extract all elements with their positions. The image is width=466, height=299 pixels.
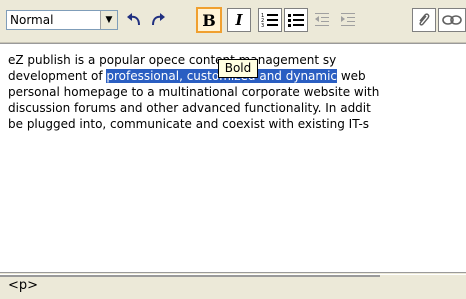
outdent-icon <box>315 13 329 26</box>
bullet-list-button[interactable] <box>284 8 308 32</box>
text-line: eZ publish is a popular opece content ma… <box>8 53 337 67</box>
ordered-list-icon: 1 2 3 <box>261 13 278 28</box>
bullet-list-icon <box>288 14 304 27</box>
undo-icon <box>127 13 140 26</box>
undo-button[interactable] <box>122 8 146 32</box>
element-path[interactable]: <p> <box>8 278 38 293</box>
redo-icon <box>152 13 165 26</box>
text-line: personal homepage to a multinational cor… <box>8 85 380 99</box>
indent-icon <box>341 13 355 26</box>
ordered-list-button[interactable]: 1 2 3 <box>258 8 282 32</box>
bold-icon: B <box>202 10 216 30</box>
bold-button[interactable]: B <box>196 7 222 33</box>
italic-icon: I <box>235 11 243 29</box>
status-divider <box>0 275 380 277</box>
editor-toolbar: Normal ▼ B I 1 2 3 <box>0 0 466 43</box>
link-button[interactable] <box>438 8 466 32</box>
text-line: be plugged into, communicate and coexist… <box>8 117 370 131</box>
text-line: discussion forums and other advanced fun… <box>8 101 371 115</box>
italic-button[interactable]: I <box>227 8 251 32</box>
svg-text:3: 3 <box>261 23 264 28</box>
indent-button[interactable] <box>336 8 360 32</box>
bold-tooltip: Bold <box>218 59 258 78</box>
attachment-button[interactable] <box>412 8 436 32</box>
chevron-down-icon[interactable]: ▼ <box>100 11 117 29</box>
link-icon <box>442 15 462 25</box>
status-bar: <p> <box>0 274 466 299</box>
text-line: development of professional, customized … <box>8 69 366 83</box>
style-select-value: Normal <box>10 13 54 27</box>
paperclip-icon <box>419 13 430 26</box>
style-select[interactable]: Normal ▼ <box>6 10 118 30</box>
redo-button[interactable] <box>146 8 170 32</box>
outdent-button[interactable] <box>310 8 334 32</box>
